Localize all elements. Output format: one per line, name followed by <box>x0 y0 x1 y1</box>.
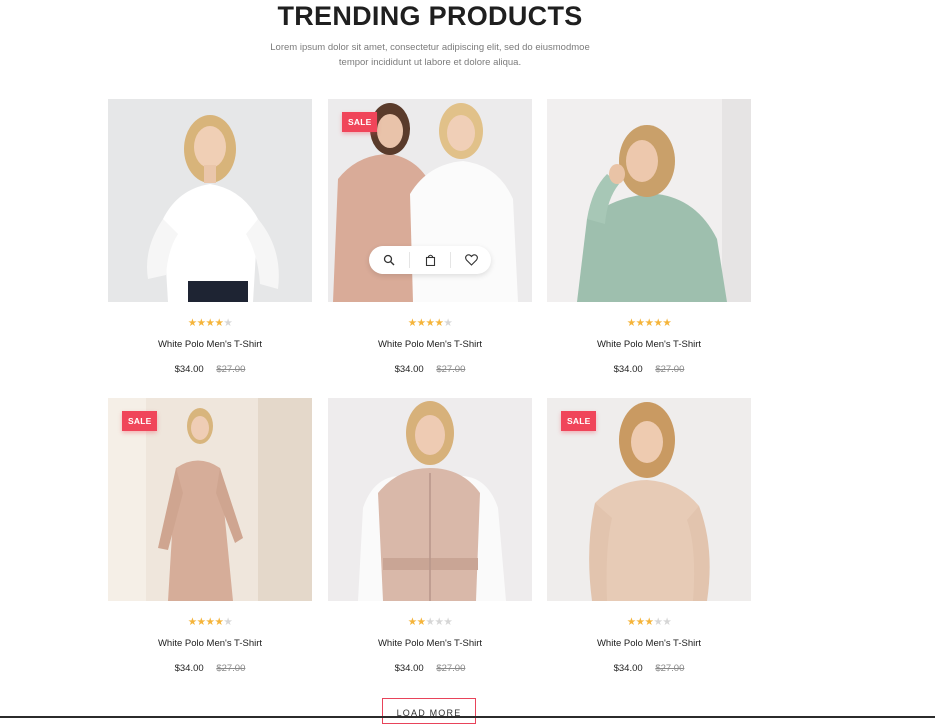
rating-stars: ★★★★★ <box>328 614 532 628</box>
product-price: $34.00 $27.00 <box>328 662 532 676</box>
bag-icon[interactable] <box>410 246 450 274</box>
rating-stars: ★★★★★ <box>547 315 751 329</box>
star-empty-icon: ★ <box>443 616 453 628</box>
product-card[interactable]: SALE ★★★★★ White Polo Men's T-Shirt $34.… <box>108 398 312 676</box>
current-price: $34.00 <box>174 364 204 375</box>
product-card[interactable]: ★★★★★ White Polo Men's T-Shirt $34.00 $2… <box>547 99 751 377</box>
product-name[interactable]: White Polo Men's T-Shirt <box>328 637 532 651</box>
star-filled-icon: ★ <box>416 616 426 628</box>
old-price: $27.00 <box>436 663 466 674</box>
rating-stars: ★★★★★ <box>328 315 532 329</box>
rating-stars: ★★★★★ <box>108 614 312 628</box>
star-filled-icon: ★ <box>407 616 417 628</box>
section-subtitle: Lorem ipsum dolor sit amet, consectetur … <box>255 40 605 70</box>
product-hover-actions <box>369 246 491 274</box>
star-filled-icon: ★ <box>635 317 645 329</box>
product-photo-woman-green-hoodie <box>547 99 751 302</box>
product-name[interactable]: White Polo Men's T-Shirt <box>547 637 751 651</box>
current-price: $34.00 <box>613 364 643 375</box>
star-filled-icon: ★ <box>407 317 417 329</box>
star-empty-icon: ★ <box>223 616 233 628</box>
product-name[interactable]: White Polo Men's T-Shirt <box>108 338 312 352</box>
old-price: $27.00 <box>655 663 685 674</box>
subtitle-line-2: tempor incididunt ut labore et dolore al… <box>338 57 522 68</box>
rating-stars: ★★★★★ <box>547 614 751 628</box>
star-empty-icon: ★ <box>662 616 672 628</box>
product-image[interactable] <box>108 99 312 302</box>
current-price: $34.00 <box>613 663 643 674</box>
product-name[interactable]: White Polo Men's T-Shirt <box>108 637 312 651</box>
star-filled-icon: ★ <box>187 616 197 628</box>
current-price: $34.00 <box>394 663 424 674</box>
product-card[interactable]: SALE ★★★★★ White Polo Men's T-Shirt $34.… <box>547 398 751 676</box>
product-price: $34.00 $27.00 <box>108 363 312 377</box>
old-price: $27.00 <box>655 364 685 375</box>
product-image[interactable] <box>328 398 532 601</box>
product-card[interactable]: ★★★★★ White Polo Men's T-Shirt $34.00 $2… <box>108 99 312 377</box>
sale-badge: SALE <box>122 411 158 431</box>
star-filled-icon: ★ <box>196 616 206 628</box>
load-more-button[interactable]: LOAD MORE <box>382 698 476 724</box>
old-price: $27.00 <box>216 663 246 674</box>
star-filled-icon: ★ <box>416 317 426 329</box>
star-filled-icon: ★ <box>196 317 206 329</box>
star-filled-icon: ★ <box>626 317 636 329</box>
product-image[interactable] <box>547 99 751 302</box>
product-image[interactable]: SALE <box>328 99 532 302</box>
sale-badge: SALE <box>342 112 378 132</box>
old-price: $27.00 <box>436 364 466 375</box>
heart-icon[interactable] <box>451 246 491 274</box>
section-title: TRENDING PRODUCTS <box>277 1 583 31</box>
product-card[interactable]: ★★★★★ White Polo Men's T-Shirt $34.00 $2… <box>328 398 532 676</box>
product-photo-woman-puffer-vest <box>328 398 532 601</box>
product-name[interactable]: White Polo Men's T-Shirt <box>328 338 532 352</box>
subtitle-line-1: Lorem ipsum dolor sit amet, consectetur … <box>270 42 590 53</box>
old-price: $27.00 <box>216 364 246 375</box>
current-price: $34.00 <box>394 364 424 375</box>
star-filled-icon: ★ <box>662 317 672 329</box>
product-image[interactable]: SALE <box>108 398 312 601</box>
product-price: $34.00 $27.00 <box>547 363 751 377</box>
rating-stars: ★★★★★ <box>108 315 312 329</box>
product-image[interactable]: SALE <box>547 398 751 601</box>
search-icon[interactable] <box>369 246 409 274</box>
product-photo-woman-white-blouse <box>108 99 312 302</box>
product-price: $34.00 $27.00 <box>108 662 312 676</box>
star-filled-icon: ★ <box>635 616 645 628</box>
star-empty-icon: ★ <box>443 317 453 329</box>
product-price: $34.00 $27.00 <box>547 662 751 676</box>
product-name[interactable]: White Polo Men's T-Shirt <box>547 338 751 352</box>
product-card[interactable]: SALE ★★★★★ White Polo Men's T-Shirt $34.… <box>328 99 532 377</box>
star-filled-icon: ★ <box>626 616 636 628</box>
star-empty-icon: ★ <box>223 317 233 329</box>
star-filled-icon: ★ <box>187 317 197 329</box>
product-price: $34.00 $27.00 <box>328 363 532 377</box>
current-price: $34.00 <box>174 663 204 674</box>
sale-badge: SALE <box>561 411 597 431</box>
